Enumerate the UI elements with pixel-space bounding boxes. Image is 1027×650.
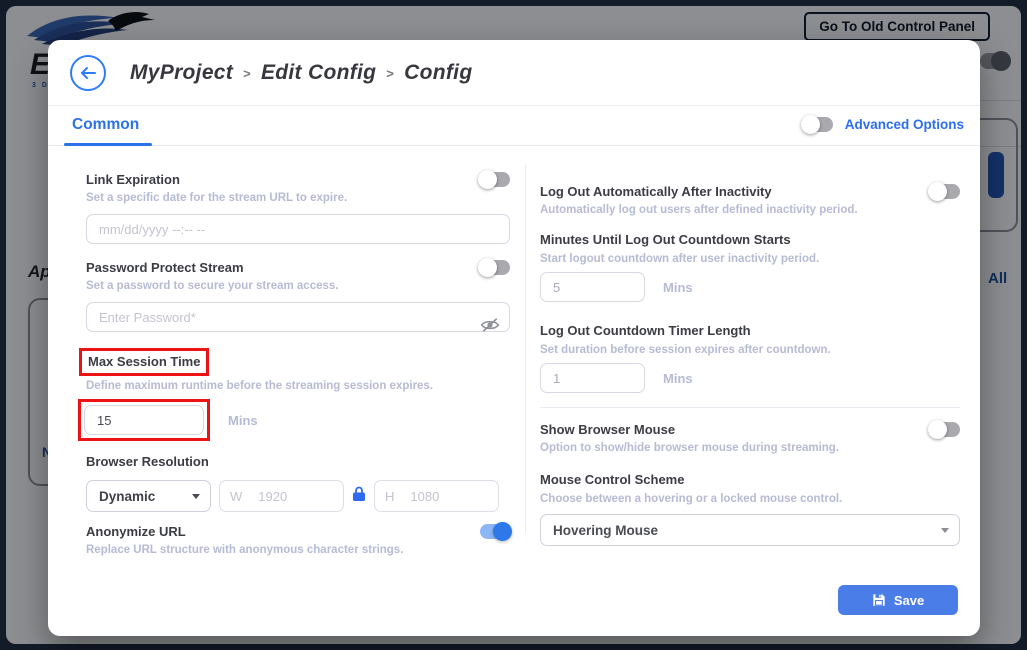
column-divider [525,165,526,533]
countdown-length-input[interactable] [540,363,645,393]
save-button-label: Save [894,593,924,608]
toggle-knob [478,170,497,189]
show-mouse-toggle[interactable] [930,422,960,437]
link-expiration-label: Link Expiration [86,172,180,188]
breadcrumb-config: Config [404,61,472,85]
countdown-start-desc: Start logout countdown after user inacti… [540,252,960,266]
annotation-box-label: Max Session Time [79,348,209,376]
width-prefix: W [230,489,242,504]
height-value: 1080 [410,489,439,504]
browser-resolution-label: Browser Resolution [86,454,209,469]
show-mouse-desc: Option to show/hide browser mouse during… [540,441,960,455]
countdown-start-unit: Mins [663,280,693,295]
back-button[interactable] [70,55,106,91]
toggle-knob [928,420,947,439]
chevron-down-icon [192,494,200,499]
link-expiration-toggle[interactable] [480,172,510,187]
password-input[interactable] [86,302,510,332]
max-session-input[interactable] [84,405,204,435]
save-button[interactable]: Save [838,585,958,615]
resolution-mode-value: Dynamic [99,489,155,504]
field-countdown-start: Minutes Until Log Out Countdown Starts S… [540,231,960,302]
password-protect-label: Password Protect Stream [86,260,244,276]
section-divider [540,407,960,408]
countdown-length-desc: Set duration before session expires afte… [540,343,960,357]
toggle-knob [493,522,512,541]
countdown-start-input[interactable] [540,272,645,302]
auto-logout-desc: Automatically log out users after define… [540,203,960,217]
edit-config-modal: MyProject > Edit Config > Config Common … [48,40,980,636]
breadcrumb-edit-config[interactable]: Edit Config [261,61,376,85]
field-show-mouse: Show Browser Mouse Option to show/hide b… [540,422,960,455]
field-password: Password Protect Stream Set a password t… [86,260,510,332]
countdown-length-unit: Mins [663,371,693,386]
eye-off-icon[interactable] [480,317,500,338]
advanced-options-label: Advanced Options [845,117,964,132]
screen: EAGLE 3 D S T R E A M I N G Go To Old Co… [0,0,1027,650]
breadcrumb-project[interactable]: MyProject [130,61,233,85]
field-countdown-length: Log Out Countdown Timer Length Set durat… [540,322,960,393]
mouse-scheme-label: Mouse Control Scheme [540,472,684,487]
auto-logout-toggle[interactable] [930,184,960,199]
max-session-label: Max Session Time [88,354,200,369]
width-input[interactable]: W 1920 [219,480,344,512]
auto-logout-label: Log Out Automatically After Inactivity [540,184,772,200]
breadcrumb: MyProject > Edit Config > Config [130,61,472,85]
max-session-unit: Mins [228,413,258,428]
tab-common[interactable]: Common [72,116,139,134]
tab-active-indicator [64,143,152,146]
toggle-knob [928,182,947,201]
width-value: 1920 [258,489,287,504]
left-column: Link Expiration Set a specific date for … [86,172,510,557]
advanced-options-toggle[interactable] [803,117,833,132]
field-resolution: Browser Resolution Dynamic W 1920 H [86,453,510,512]
breadcrumb-separator: > [386,64,394,81]
height-input[interactable]: H 1080 [374,480,499,512]
show-mouse-label: Show Browser Mouse [540,422,675,438]
max-session-desc: Define maximum runtime before the stream… [86,379,510,393]
link-expiration-desc: Set a specific date for the stream URL t… [86,191,510,205]
mouse-scheme-value: Hovering Mouse [553,523,658,538]
tab-bar: Common Advanced Options [48,106,980,146]
chevron-down-icon [941,528,949,533]
field-mouse-scheme: Mouse Control Scheme Choose between a ho… [540,471,960,546]
field-auto-logout: Log Out Automatically After Inactivity A… [540,184,960,217]
modal-header: MyProject > Edit Config > Config [48,40,980,106]
field-max-session: Max Session Time Define maximum runtime … [86,348,510,441]
anonymize-url-toggle[interactable] [480,524,510,539]
height-prefix: H [385,489,394,504]
password-protect-desc: Set a password to secure your stream acc… [86,279,510,293]
anonymize-url-desc: Replace URL structure with anonymous cha… [86,543,510,557]
annotation-box-input [78,399,210,441]
password-protect-toggle[interactable] [480,260,510,275]
countdown-start-label: Minutes Until Log Out Countdown Starts [540,232,791,247]
anonymize-url-label: Anonymize URL [86,524,186,540]
lock-icon [352,486,366,507]
back-arrow-icon [79,66,97,80]
toggle-knob [478,258,497,277]
advanced-options-control: Advanced Options [803,117,964,132]
field-link-expiration: Link Expiration Set a specific date for … [86,172,510,244]
toggle-knob [801,115,820,134]
right-column: Log Out Automatically After Inactivity A… [540,184,960,546]
link-expiration-input[interactable] [86,214,510,244]
save-icon [872,593,886,607]
breadcrumb-separator: > [243,64,251,81]
mouse-scheme-select[interactable]: Hovering Mouse [540,514,960,546]
resolution-mode-select[interactable]: Dynamic [86,480,211,512]
field-anonymize: Anonymize URL Replace URL structure with… [86,524,510,557]
countdown-length-label: Log Out Countdown Timer Length [540,323,751,338]
mouse-scheme-desc: Choose between a hovering or a locked mo… [540,492,960,506]
